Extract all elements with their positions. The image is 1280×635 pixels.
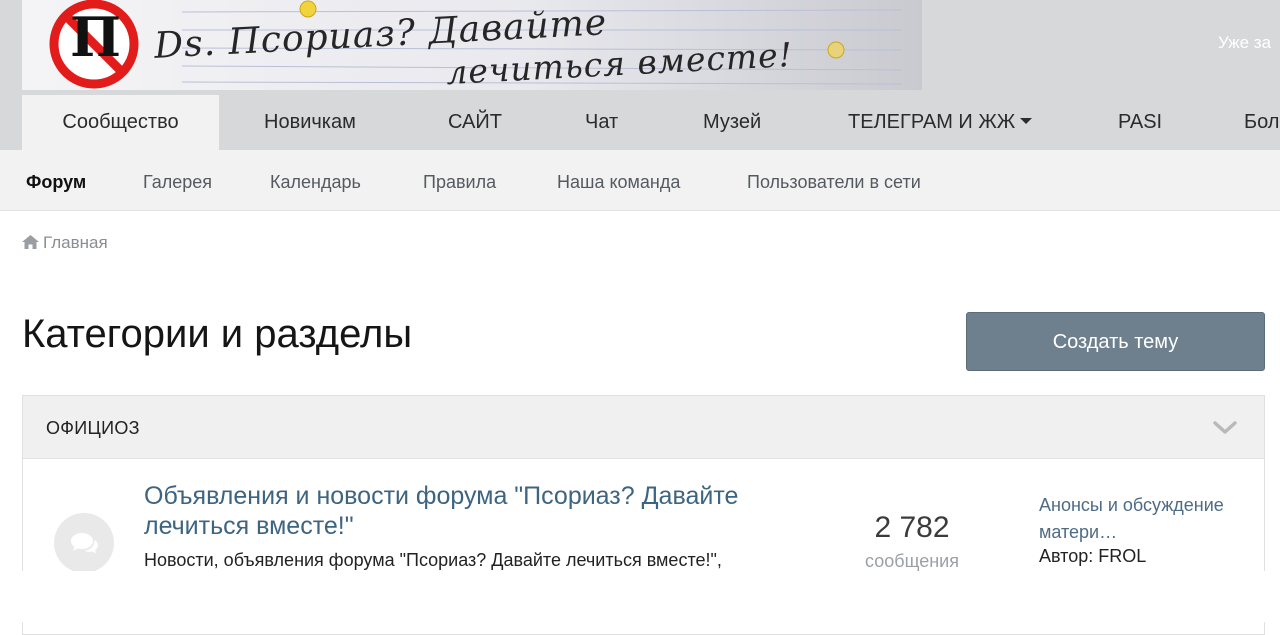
home-icon: [22, 235, 39, 249]
header-user-text[interactable]: Уже за: [1218, 33, 1271, 53]
category-title: ОФИЦИОЗ: [46, 418, 140, 438]
breadcrumb[interactable]: Главная: [22, 233, 108, 253]
subnav-calendar[interactable]: Календарь: [270, 150, 361, 211]
last-post-author: Автор: FROL: [1039, 546, 1147, 566]
subnav-forum[interactable]: Форум: [26, 150, 86, 211]
site-banner[interactable]: П Ds. Псориаз? Давайте лечиться вместе!: [22, 0, 922, 90]
page-blank-area: [0, 571, 1280, 622]
banner-logo-letter: П: [70, 5, 121, 69]
nav-tab-site[interactable]: САЙТ: [448, 95, 502, 150]
subnav-gallery[interactable]: Галерея: [143, 150, 212, 211]
breadcrumb-home-label: Главная: [43, 233, 108, 252]
secondary-nav: Форум Галерея Календарь Правила Наша ком…: [0, 150, 1280, 211]
create-topic-button[interactable]: Создать тему: [966, 312, 1265, 371]
nav-tab-telegram[interactable]: ТЕЛЕГРАМ И ЖЖ: [848, 95, 1033, 150]
nav-tab-newcomers[interactable]: Новичкам: [264, 95, 356, 150]
nav-tab-label: Бол: [1244, 111, 1280, 133]
nav-tab-more[interactable]: Бол: [1244, 95, 1279, 150]
nav-tab-label: САЙТ: [448, 111, 502, 133]
nav-tab-label: PASI: [1118, 111, 1163, 133]
caret-down-icon: [1020, 118, 1033, 125]
subnav-team[interactable]: Наша команда: [557, 150, 680, 211]
forum-title-link[interactable]: Объявления и новости форума "Псориаз? Да…: [144, 481, 744, 541]
subnav-online-users[interactable]: Пользователи в сети: [747, 150, 921, 211]
nav-tab-label: Новичкам: [264, 111, 356, 133]
page-title: Категории и разделы: [22, 312, 413, 356]
nav-tab-community[interactable]: Сообщество: [22, 95, 219, 150]
chat-bubbles-icon: [71, 533, 98, 554]
forum-post-count: 2 782: [874, 511, 950, 544]
nav-tab-label: Чат: [585, 111, 619, 133]
nav-tab-label: ТЕЛЕГРАМ И ЖЖ: [848, 111, 1016, 133]
nav-tab-label: Сообщество: [62, 111, 179, 133]
forum-status-icon: [54, 513, 114, 573]
nav-tab-chat[interactable]: Чат: [585, 95, 618, 150]
category-header[interactable]: ОФИЦИОЗ: [23, 396, 1264, 459]
site-header: П Ds. Псориаз? Давайте лечиться вместе! …: [0, 0, 1280, 95]
primary-nav: Сообщество Новичкам САЙТ Чат Музей ТЕЛЕГ…: [0, 95, 1280, 150]
nav-tab-pasi[interactable]: PASI: [1118, 95, 1162, 150]
forum-description: Новости, объявления форума "Псориаз? Дав…: [144, 550, 722, 570]
last-post-link[interactable]: Анонсы и обсуждение матери…: [1039, 492, 1254, 546]
forum-post-label: сообщения: [865, 551, 959, 571]
subnav-rules[interactable]: Правила: [423, 150, 496, 211]
chevron-down-icon[interactable]: [1213, 421, 1237, 435]
nav-tab-museum[interactable]: Музей: [703, 95, 761, 150]
nav-tab-label: Музей: [703, 111, 762, 133]
